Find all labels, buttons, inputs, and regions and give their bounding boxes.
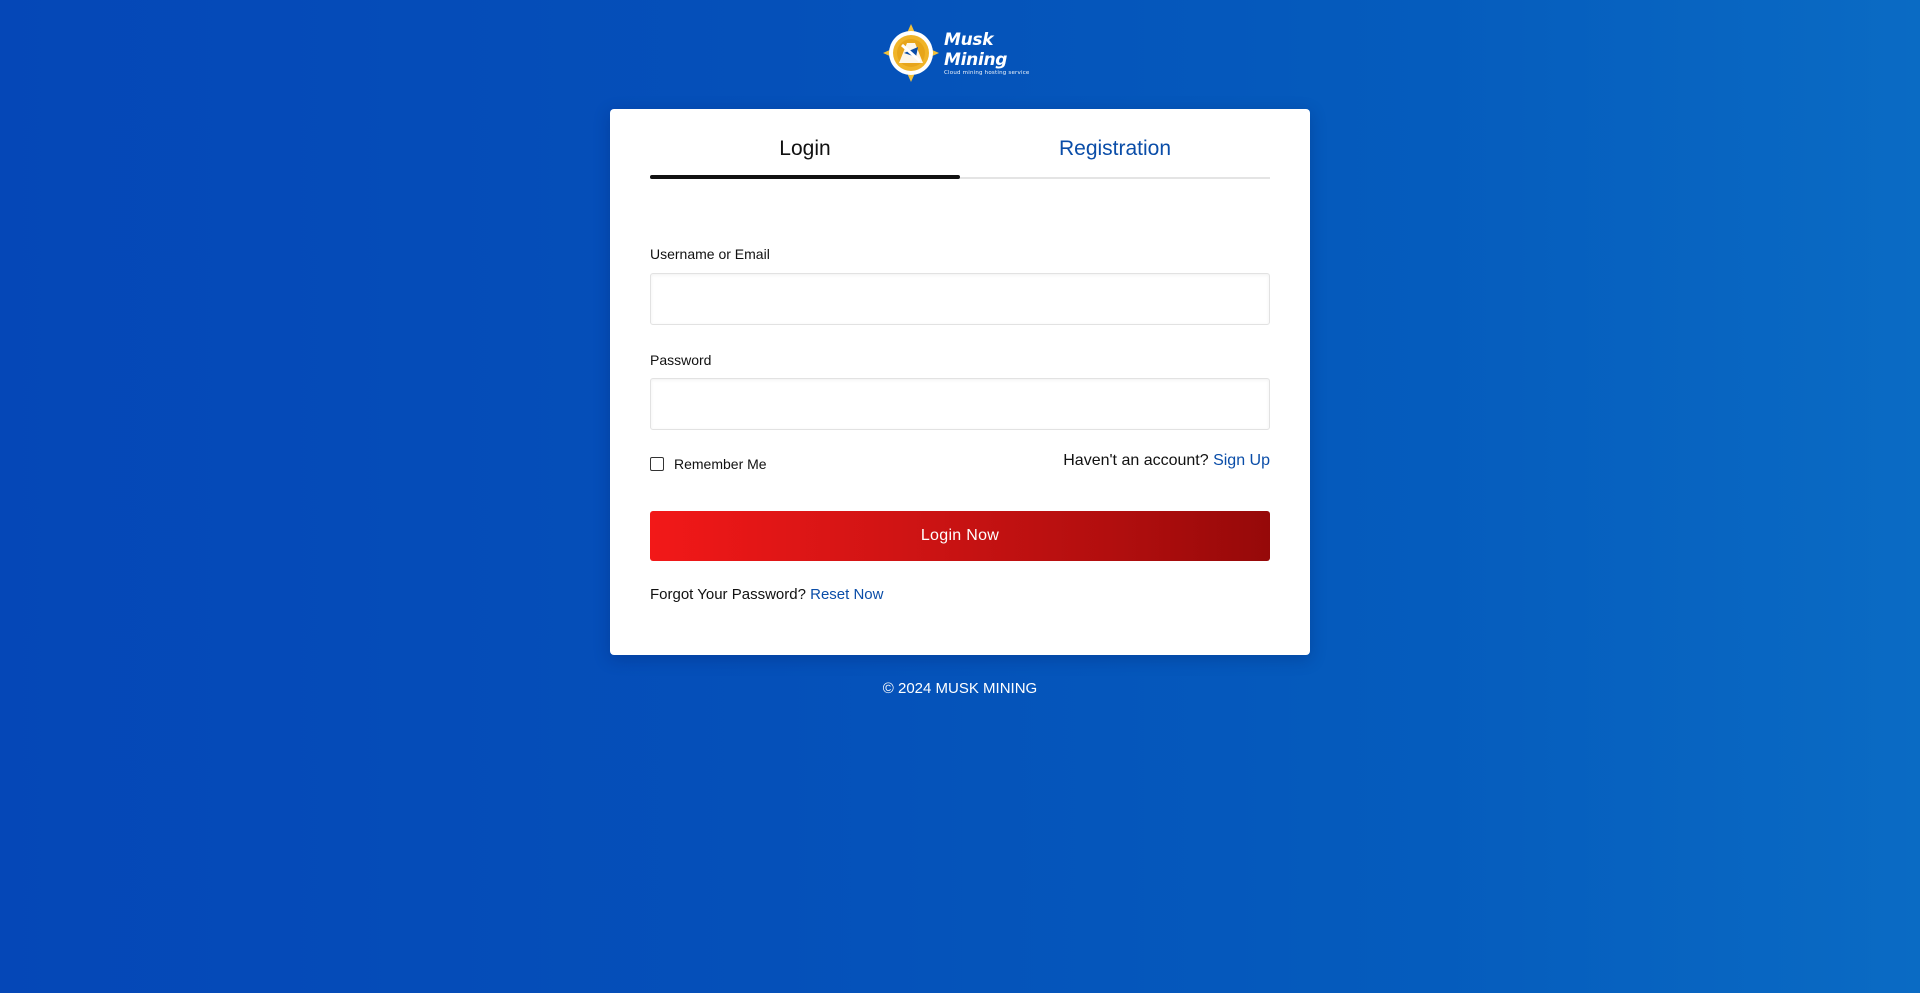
forgot-password-prompt: Forgot Your Password? Reset Now xyxy=(650,586,883,603)
forgot-password-text: Forgot Your Password? xyxy=(650,586,806,603)
logo-text: Musk Mining Cloud mining hosting service xyxy=(944,30,1042,77)
username-input[interactable] xyxy=(650,273,1270,325)
login-card: Login Registration Username or Email Pas… xyxy=(610,109,1310,655)
remember-me[interactable]: Remember Me xyxy=(650,456,767,472)
active-tab-indicator xyxy=(650,175,960,179)
password-input[interactable] xyxy=(650,378,1270,430)
signup-prompt: Haven't an account? Sign Up xyxy=(1063,452,1270,470)
logo-name: Musk Mining xyxy=(944,29,1008,70)
auth-tabs: Login Registration xyxy=(650,109,1270,179)
username-label: Username or Email xyxy=(650,246,770,262)
logo-tagline: Cloud mining hosting service xyxy=(944,69,1030,76)
tab-login[interactable]: Login xyxy=(650,135,960,163)
tab-registration[interactable]: Registration xyxy=(960,135,1270,163)
no-account-text: Haven't an account? xyxy=(1063,452,1209,469)
site-logo[interactable]: Musk Mining Cloud mining hosting service xyxy=(882,22,1042,84)
reset-now-link[interactable]: Reset Now xyxy=(810,586,883,603)
footer-copyright: © 2024 MUSK MINING xyxy=(882,680,1038,697)
login-now-button[interactable]: Login Now xyxy=(650,511,1270,561)
remember-me-checkbox[interactable] xyxy=(650,457,664,471)
remember-me-label: Remember Me xyxy=(674,456,767,472)
mining-emblem-icon xyxy=(883,24,939,82)
signup-link[interactable]: Sign Up xyxy=(1213,452,1270,469)
password-label: Password xyxy=(650,352,712,368)
